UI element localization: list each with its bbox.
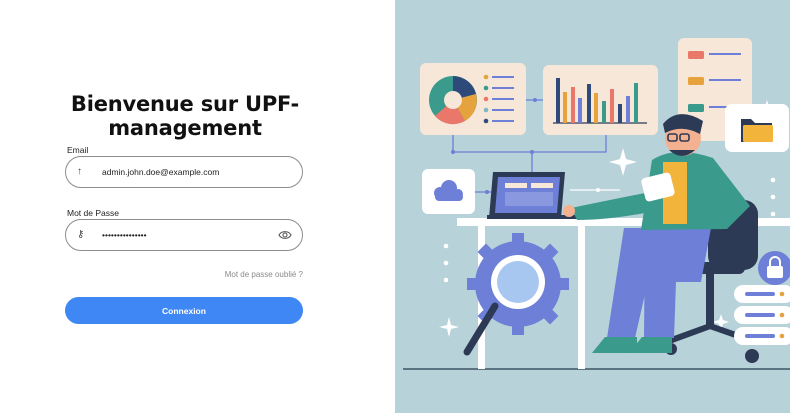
login-button[interactable]: Connexion — [65, 297, 303, 324]
password-label: Mot de Passe — [67, 208, 119, 218]
arrow-up-icon: ↑ — [77, 166, 82, 177]
page-title: Bienvenue sur UPF-management — [70, 92, 300, 140]
password-field-wrapper: ⚷ — [65, 219, 303, 251]
key-icon: ⚷ — [77, 229, 85, 240]
illustration-panel — [395, 0, 790, 413]
pie-chart-card — [420, 63, 526, 135]
folder-card — [725, 104, 789, 152]
bar-chart-card — [543, 65, 658, 135]
email-field[interactable] — [102, 164, 272, 180]
email-label: Email — [67, 145, 89, 155]
cloud-card — [422, 169, 475, 214]
developer-illustration — [403, 38, 790, 370]
password-field[interactable] — [102, 227, 272, 243]
login-panel: Bienvenue sur UPF-management Email ↑ Mot… — [0, 0, 395, 413]
forgot-password-link[interactable]: Mot de passe oublié ? — [190, 270, 303, 279]
eye-icon[interactable] — [278, 229, 292, 241]
email-field-wrapper: ↑ — [65, 156, 303, 188]
